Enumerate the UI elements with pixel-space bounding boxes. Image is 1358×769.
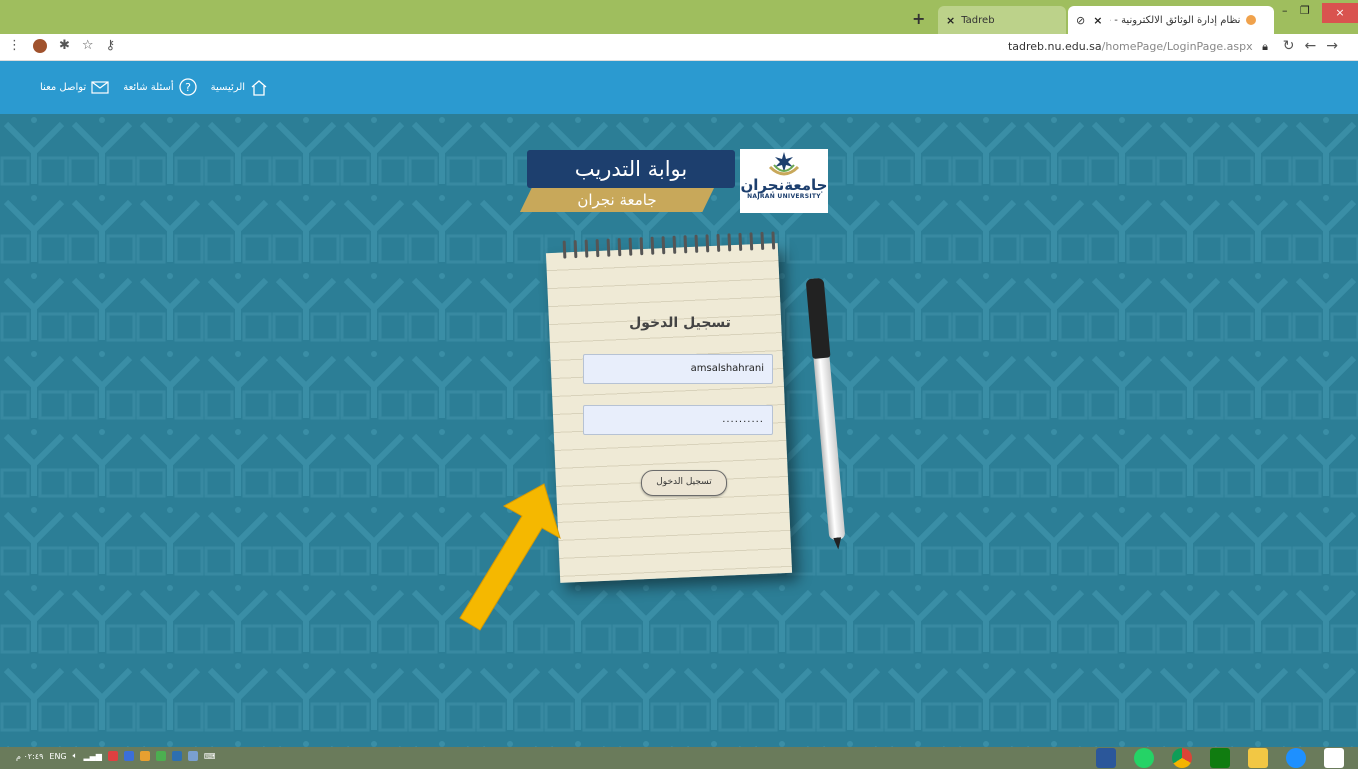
password-input[interactable]: .......... xyxy=(583,405,773,435)
new-tab-button[interactable]: + xyxy=(912,9,925,28)
tab-close-icon[interactable]: × xyxy=(946,14,955,27)
tray-app-icon[interactable] xyxy=(107,751,118,761)
home-icon xyxy=(251,79,267,96)
tab-document-system[interactable]: ⊘ × نظام إدارة الوثائق الالكترونية - جام… xyxy=(1068,6,1274,34)
key-icon[interactable]: ⚷ xyxy=(106,38,116,53)
maximize-button[interactable]: ❐ xyxy=(1300,4,1310,17)
address-bar: ⋮ ✱ ☆ ⚷ tadreb.nu.edu.sa/homePage/LoginP… xyxy=(0,34,1358,61)
tray-app-icon[interactable] xyxy=(155,751,166,761)
url-field[interactable]: tadreb.nu.edu.sa/homePage/LoginPage.aspx… xyxy=(1008,40,1268,54)
tray-app-icon[interactable] xyxy=(171,751,182,761)
login-button[interactable]: تسجيل الدخول xyxy=(641,470,727,496)
tray-app-icon[interactable] xyxy=(187,751,198,761)
profile-avatar[interactable] xyxy=(33,38,47,53)
reload-icon[interactable]: ↻ xyxy=(1283,38,1305,54)
svg-text:?: ? xyxy=(185,81,191,94)
back-icon[interactable]: ← xyxy=(1305,38,1327,54)
site-nav: تواصل معنا أسئلة شائعة ? الرئيسية xyxy=(40,78,268,96)
question-icon: ? xyxy=(178,78,197,96)
taskbar-apps xyxy=(1096,748,1344,768)
extensions-icon[interactable]: ✱ xyxy=(59,38,70,53)
system-tray: ٠٢:٤٩ م ENG 🔈︎ ▂▄▆ ⌨ xyxy=(16,751,215,761)
bookmark-star-icon[interactable]: ☆ xyxy=(82,38,94,53)
internet-explorer-icon[interactable] xyxy=(1286,748,1306,768)
toolbar-icons: ⋮ ✱ ☆ ⚷ xyxy=(8,38,115,53)
nav-buttons: ↻←→ xyxy=(1283,38,1348,54)
browser-tab-strip: + × Tadreb ⊘ × نظام إدارة الوثائق الالكت… xyxy=(0,0,1358,34)
forward-icon[interactable]: → xyxy=(1326,38,1348,54)
portal-title: بوابة التدريب xyxy=(527,150,735,188)
menu-icon[interactable]: ⋮ xyxy=(8,38,21,53)
tab-title: Tadreb xyxy=(961,14,995,26)
window-close-button[interactable]: × xyxy=(1322,3,1358,23)
tab-close-icon[interactable]: × xyxy=(1093,14,1102,27)
mail-icon xyxy=(91,80,109,94)
university-logo: جامعةنجران NAJRAN UNIVERSITY xyxy=(740,149,828,213)
bluetooth-icon[interactable] xyxy=(123,751,134,761)
lock-icon: 🔒︎ xyxy=(1262,40,1268,53)
tab-tadreb[interactable]: × Tadreb xyxy=(938,6,1066,34)
nav-home[interactable]: الرئيسية xyxy=(211,79,268,96)
university-emblem-icon xyxy=(768,152,800,176)
windows-start-icon[interactable] xyxy=(1324,748,1344,768)
university-subtitle: جامعة نجران xyxy=(520,188,714,212)
url-host: tadreb.nu.edu.sa xyxy=(1007,40,1102,53)
store-icon[interactable] xyxy=(1210,748,1230,768)
url-path: /homePage/LoginPage.aspx xyxy=(1101,40,1253,53)
username-input[interactable]: amsalshahrani xyxy=(583,354,773,384)
nav-home-label: الرئيسية xyxy=(210,81,246,93)
login-title: تسجيل الدخول xyxy=(629,315,731,331)
tray-app-icon[interactable] xyxy=(139,751,150,761)
file-explorer-icon[interactable] xyxy=(1248,748,1268,768)
signal-icon[interactable]: ▂▄▆ xyxy=(83,752,101,761)
word-icon[interactable] xyxy=(1096,748,1116,768)
globe-icon: ⊘ xyxy=(1076,13,1086,27)
volume-icon[interactable]: 🔈︎ xyxy=(73,751,78,761)
pointer-arrow-icon xyxy=(459,483,561,631)
nav-faq[interactable]: أسئلة شائعة ? xyxy=(123,78,197,96)
logo-english-name: NAJRAN UNIVERSITY xyxy=(747,193,821,200)
clock[interactable]: ٠٢:٤٩ م xyxy=(16,752,43,761)
tab-title: نظام إدارة الوثائق الالكترونية - جامعة xyxy=(1110,14,1241,26)
nav-faq-label: أسئلة شائعة xyxy=(123,81,174,93)
language-indicator[interactable]: ENG xyxy=(49,752,66,761)
site-header: تواصل معنا أسئلة شائعة ? الرئيسية xyxy=(0,61,1358,114)
nav-contact[interactable]: تواصل معنا xyxy=(40,80,109,94)
chrome-icon[interactable] xyxy=(1172,748,1192,768)
whatsapp-icon[interactable] xyxy=(1134,748,1154,768)
nav-contact-label: تواصل معنا xyxy=(40,81,87,93)
logo-arabic-name: جامعةنجران xyxy=(740,176,828,194)
tab-favicon-icon xyxy=(1246,15,1257,25)
windows-taskbar: ٠٢:٤٩ م ENG 🔈︎ ▂▄▆ ⌨ xyxy=(0,747,1358,769)
keyboard-icon[interactable]: ⌨ xyxy=(204,752,216,761)
minimize-button[interactable]: – xyxy=(1282,4,1288,17)
